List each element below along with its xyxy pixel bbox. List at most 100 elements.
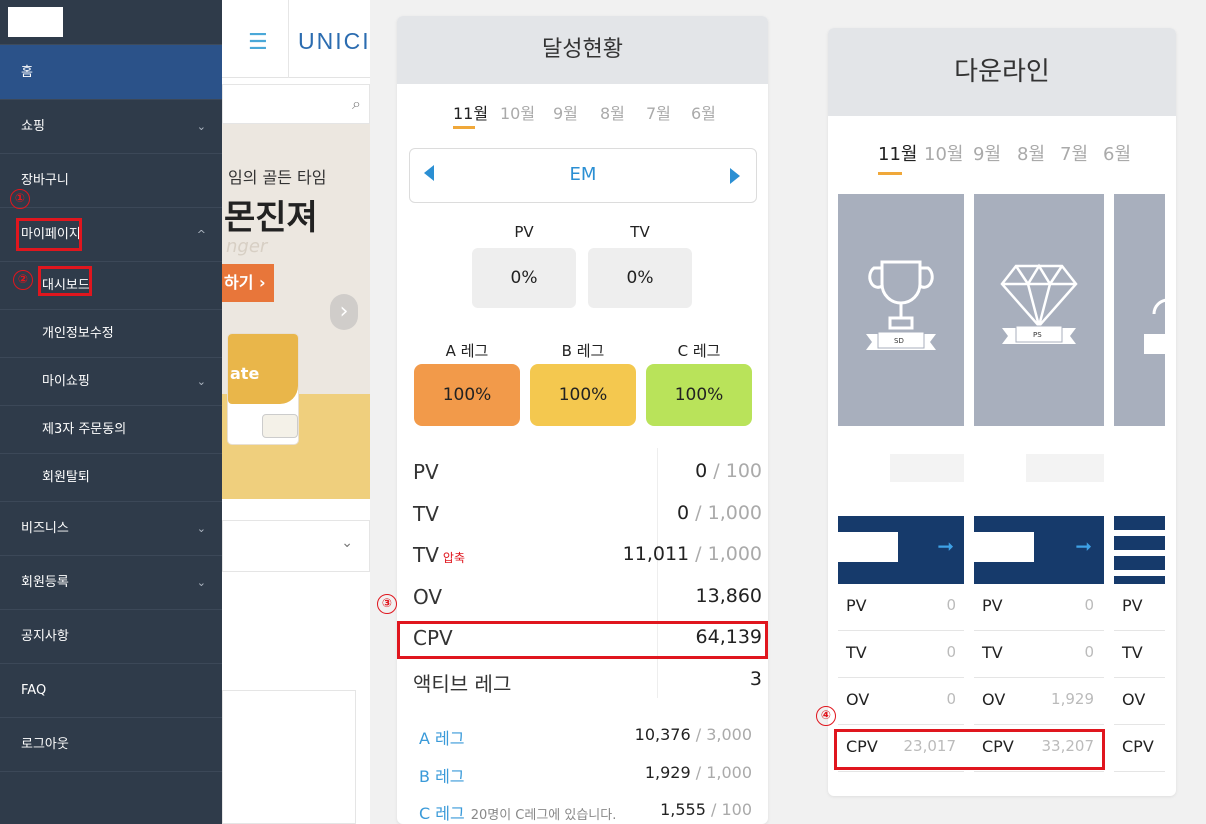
tv-label: TV bbox=[630, 223, 650, 241]
member-stat-value: 0 bbox=[1084, 596, 1094, 614]
search-input[interactable]: ⌕ bbox=[222, 84, 370, 124]
member-stat-key: TV bbox=[1122, 643, 1143, 662]
leg-row-target: / 3,000 bbox=[690, 725, 752, 744]
sidebar-item-myshopping[interactable]: 마이쇼핑 ⌄ bbox=[0, 358, 222, 406]
annotation-number: ④ bbox=[816, 706, 836, 726]
next-arrow-icon[interactable] bbox=[730, 168, 740, 184]
banner-button[interactable]: 하기 › bbox=[222, 264, 274, 302]
product-jar bbox=[262, 414, 298, 438]
leg-row: B 레그 1,929 / 1,000 bbox=[397, 757, 768, 793]
sidebar-item-home[interactable]: 홈 bbox=[0, 45, 222, 100]
member-stat-row: OV 0 bbox=[838, 678, 964, 725]
leg-row-note: 20명이 C레그에 있습니다. bbox=[470, 808, 617, 823]
sidebar-item-faq[interactable]: FAQ bbox=[0, 664, 222, 718]
sidebar-item-logout[interactable]: 로그아웃 bbox=[0, 718, 222, 772]
tab-month[interactable]: 6월 bbox=[691, 100, 716, 124]
next-arrow-icon[interactable]: › bbox=[330, 294, 358, 330]
stat-value: 3 bbox=[749, 668, 762, 690]
member-stat-key: PV bbox=[1122, 596, 1143, 615]
trophy-icon bbox=[866, 260, 936, 350]
stat-row: PV 0 / 100 bbox=[397, 454, 768, 495]
arrow-right-icon[interactable]: ➞ bbox=[1075, 534, 1092, 558]
member-stat-value: 0 bbox=[946, 690, 956, 708]
chevron-down-icon: ⌄ bbox=[196, 522, 206, 535]
member-stat-key: OV bbox=[1122, 690, 1146, 709]
member-stat-row: TV bbox=[1114, 631, 1165, 678]
leg-row-value: 1,555 bbox=[660, 800, 706, 819]
tab-month[interactable]: 9월 bbox=[553, 100, 578, 124]
sidebar-item-label: 로그아웃 bbox=[21, 737, 69, 752]
leg-label: A 레그 bbox=[445, 342, 489, 360]
sidebar-item-notice[interactable]: 공지사항 bbox=[0, 610, 222, 664]
banner-line3: nger bbox=[226, 236, 268, 257]
brand-logo[interactable]: UNICIT bbox=[298, 28, 370, 55]
stat-value: 13,860 bbox=[695, 585, 762, 607]
sidebar-item-profile-edit[interactable]: 개인정보수정 bbox=[0, 310, 222, 358]
sidebar-item-label: 제3자 주문동의 bbox=[42, 422, 127, 437]
product-label: ate bbox=[230, 364, 260, 383]
search-icon[interactable]: ⌕ bbox=[352, 94, 361, 114]
tab-month[interactable]: 8월 bbox=[1017, 140, 1045, 166]
tab-month[interactable]: 9월 bbox=[973, 140, 1001, 166]
annotation-number: ③ bbox=[377, 594, 397, 614]
diamond-icon bbox=[1000, 263, 1078, 344]
stat-key: 액티브 레그 bbox=[413, 672, 512, 696]
sidebar-item-withdraw[interactable]: 회원탈퇴 bbox=[0, 454, 222, 502]
select-dropdown[interactable]: ⌄ bbox=[222, 520, 370, 572]
month-tabs: 11월 10월 9월 8월 7월 6월 bbox=[828, 116, 1176, 186]
member-nav-bar[interactable]: ➞ bbox=[974, 516, 1104, 584]
stat-key: TV bbox=[413, 502, 439, 526]
tab-month[interactable]: 8월 bbox=[600, 100, 625, 124]
tab-month[interactable]: 11월 bbox=[878, 140, 917, 166]
chevron-up-icon: ^ bbox=[196, 228, 206, 241]
stat-key: OV bbox=[413, 585, 443, 609]
tab-month[interactable]: 11월 bbox=[453, 100, 488, 124]
achievement-panel: 달성현황 11월 10월 9월 8월 7월 6월 EM PV TV 0% 0% … bbox=[397, 16, 768, 824]
sidebar-item-label: 비즈니스 bbox=[21, 521, 69, 536]
member-stat-key: OV bbox=[846, 690, 870, 709]
tab-month[interactable]: 7월 bbox=[646, 100, 671, 124]
tab-month[interactable]: 10월 bbox=[924, 140, 963, 166]
sidebar-item-cart[interactable]: 장바구니 bbox=[0, 154, 222, 208]
member-stat-row: TV 0 bbox=[974, 631, 1104, 678]
downline-member-card[interactable]: SD ➞ PV 0 TV 0 OV 0 CPV 23,017 bbox=[838, 194, 964, 774]
member-nav-bar[interactable] bbox=[1114, 516, 1165, 584]
leg-label: B 레그 bbox=[561, 342, 605, 360]
stat-row: OV 13,860 bbox=[397, 579, 768, 620]
sidebar-item-business[interactable]: 비즈니스 ⌄ bbox=[0, 502, 222, 556]
pv-percent: 0% bbox=[472, 248, 576, 308]
leg-row-target: / 1,000 bbox=[690, 763, 752, 782]
leg-a-percent: 100% bbox=[414, 364, 520, 426]
sidebar-item-thirdparty-consent[interactable]: 제3자 주문동의 bbox=[0, 406, 222, 454]
panel-title: 달성현황 bbox=[397, 16, 768, 84]
hamburger-icon[interactable]: ☰ bbox=[248, 30, 268, 55]
chevron-down-icon: ⌄ bbox=[341, 535, 353, 551]
sidebar-item-label: 회원탈퇴 bbox=[42, 470, 90, 485]
downline-member-card[interactable]: PV TV OV CPV bbox=[1114, 194, 1165, 774]
tab-month[interactable]: 7월 bbox=[1060, 140, 1088, 166]
arrow-right-icon[interactable]: ➞ bbox=[937, 534, 954, 558]
rank-selector: EM bbox=[409, 148, 757, 203]
member-stat-key: PV bbox=[982, 596, 1003, 615]
tab-month[interactable]: 10월 bbox=[500, 100, 535, 124]
member-name-box bbox=[838, 454, 890, 482]
member-nav-bar[interactable]: ➞ bbox=[838, 516, 964, 584]
tab-month[interactable]: 6월 bbox=[1103, 140, 1131, 166]
annotation-highlight bbox=[38, 266, 92, 296]
stat-target: / 1,000 bbox=[689, 543, 762, 565]
stat-row: 액티브 레그 3 bbox=[397, 662, 768, 703]
downline-member-card[interactable]: PS ➞ PV 0 TV 0 OV 1,929 CPV 33,207 bbox=[974, 194, 1104, 774]
member-stat-value: 0 bbox=[946, 643, 956, 661]
sidebar-item-shopping[interactable]: 쇼핑 ⌄ bbox=[0, 100, 222, 154]
sidebar-item-register[interactable]: 회원등록 ⌄ bbox=[0, 556, 222, 610]
sidebar-item-dashboard[interactable]: 대시보드 bbox=[0, 262, 222, 310]
rank-badge-text: PS bbox=[1033, 331, 1042, 339]
stat-target: / 100 bbox=[707, 460, 762, 482]
member-stat-value: 0 bbox=[946, 596, 956, 614]
content-card bbox=[222, 690, 356, 824]
promo-banner[interactable]: 임의 골든 타임 몬진져 nger 하기 › › ate bbox=[222, 124, 370, 499]
chevron-down-icon: ⌄ bbox=[196, 576, 206, 589]
month-tabs: 11월 10월 9월 8월 7월 6월 bbox=[397, 84, 768, 134]
sidebar-item-label: 회원등록 bbox=[21, 575, 69, 590]
sidebar-item-label: 개인정보수정 bbox=[42, 326, 114, 341]
